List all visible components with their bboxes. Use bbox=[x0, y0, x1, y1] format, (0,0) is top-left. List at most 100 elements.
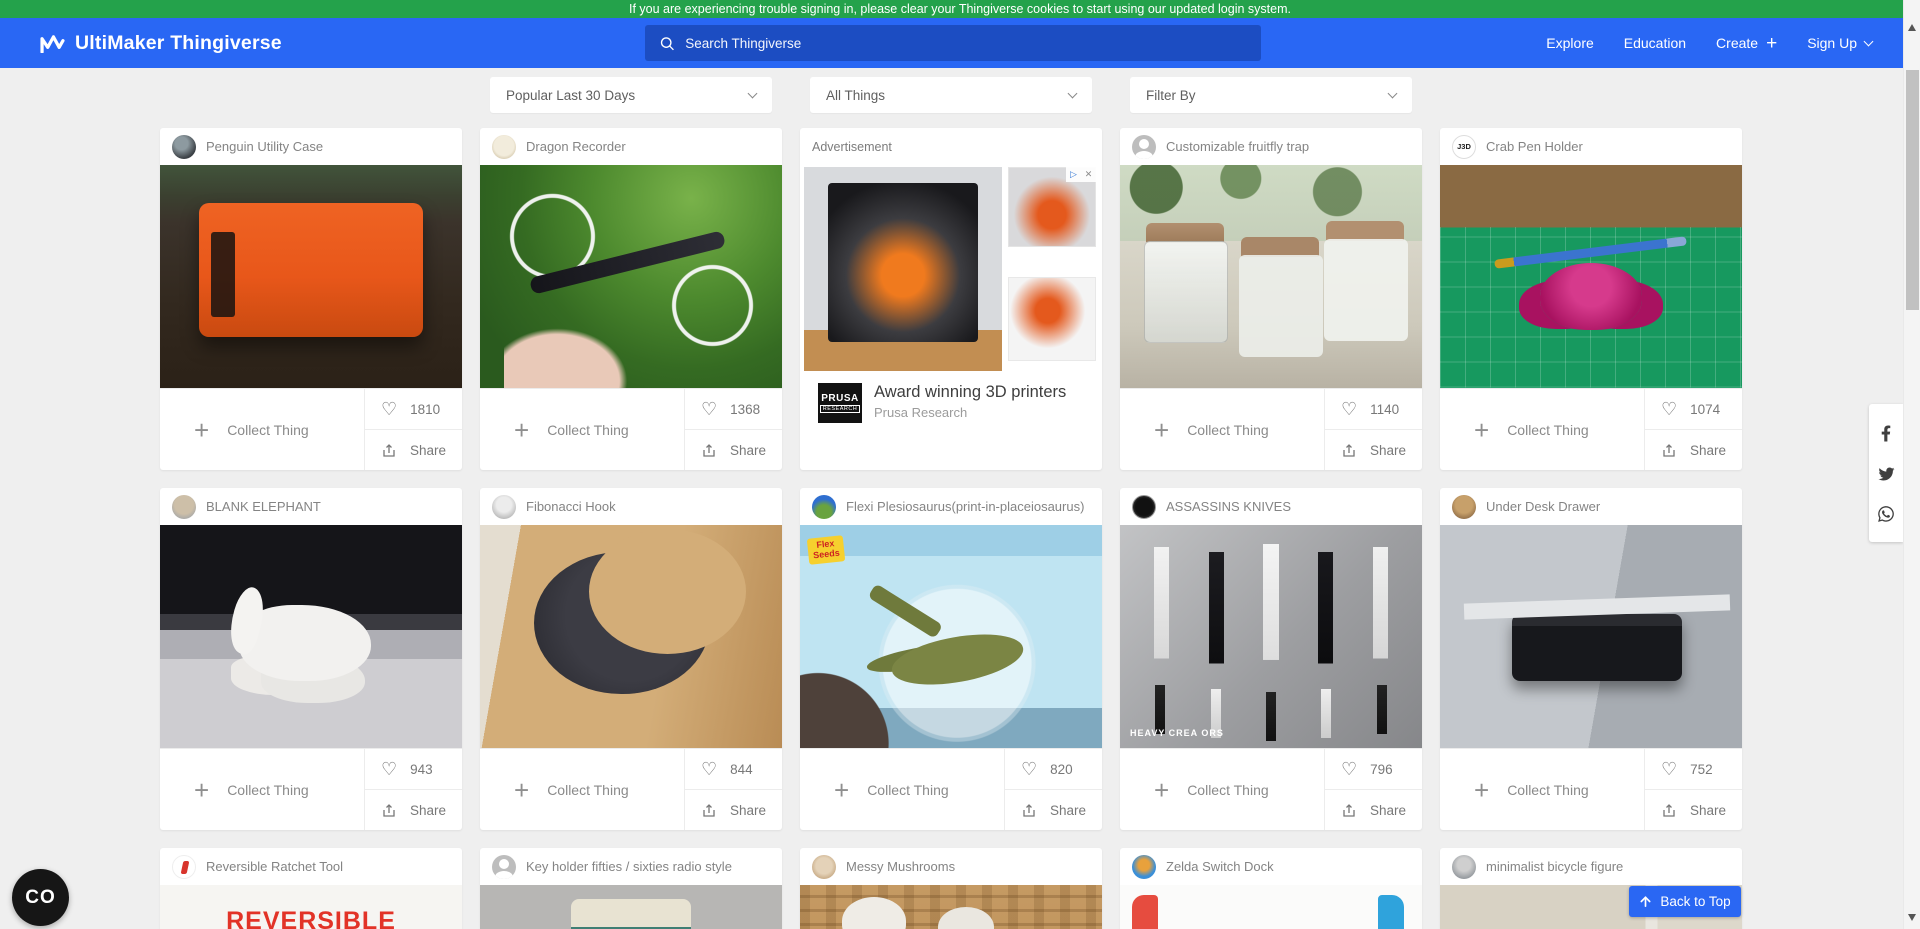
share-button[interactable]: Share bbox=[365, 790, 462, 830]
share-icon bbox=[701, 802, 717, 819]
ad-creative[interactable]: ▷ ✕ bbox=[804, 165, 1098, 373]
creator-avatar[interactable] bbox=[492, 855, 516, 879]
share-button[interactable]: Share bbox=[1325, 790, 1422, 830]
thing-title[interactable]: Under Desk Drawer bbox=[1486, 499, 1600, 514]
collect-thing-button[interactable]: +Collect Thing bbox=[1440, 389, 1644, 470]
creator-avatar[interactable] bbox=[1452, 855, 1476, 879]
thing-image[interactable] bbox=[1440, 525, 1742, 748]
nav-education[interactable]: Education bbox=[1624, 35, 1686, 51]
creator-avatar[interactable] bbox=[1132, 135, 1156, 159]
share-button[interactable]: Share bbox=[1325, 430, 1422, 470]
search-input[interactable] bbox=[685, 36, 1247, 51]
creator-avatar[interactable] bbox=[172, 495, 196, 519]
like-button[interactable]: ♡820 bbox=[1005, 749, 1102, 790]
twitter-icon[interactable] bbox=[1877, 466, 1896, 482]
collect-thing-button[interactable]: +Collect Thing bbox=[1440, 749, 1644, 830]
share-button[interactable]: Share bbox=[685, 790, 782, 830]
ad-headline[interactable]: Award winning 3D printers bbox=[874, 383, 1066, 402]
thing-title[interactable]: Customizable fruitfly trap bbox=[1166, 139, 1309, 154]
thing-title[interactable]: minimalist bicycle figure bbox=[1486, 859, 1623, 874]
whatsapp-icon[interactable] bbox=[1877, 505, 1895, 523]
creator-avatar[interactable] bbox=[812, 855, 836, 879]
nav-explore[interactable]: Explore bbox=[1546, 35, 1593, 51]
thing-image[interactable] bbox=[480, 525, 782, 748]
share-button[interactable]: Share bbox=[1005, 790, 1102, 830]
facebook-icon[interactable] bbox=[1881, 424, 1891, 443]
thing-image[interactable] bbox=[160, 165, 462, 388]
creator-avatar[interactable] bbox=[1132, 855, 1156, 879]
scrollbar-down-arrow-icon[interactable] bbox=[1908, 914, 1916, 921]
collect-thing-button[interactable]: +Collect Thing bbox=[160, 749, 364, 830]
thing-title[interactable]: Reversible Ratchet Tool bbox=[206, 859, 343, 874]
thing-image[interactable] bbox=[1120, 165, 1422, 388]
collect-thing-button[interactable]: +Collect Thing bbox=[1120, 389, 1324, 470]
search-bar[interactable] bbox=[645, 25, 1261, 61]
brand-title: UltiMaker Thingiverse bbox=[75, 32, 282, 55]
type-dropdown[interactable]: All Things bbox=[810, 77, 1092, 113]
thing-title[interactable]: ASSASSINS KNIVES bbox=[1166, 499, 1291, 514]
cookie-consent-widget[interactable]: CO bbox=[12, 869, 69, 926]
scrollbar-thumb[interactable] bbox=[1906, 70, 1919, 310]
thing-card: Reversible Ratchet Tool REVERSIBLE bbox=[160, 848, 462, 929]
share-button[interactable]: Share bbox=[1645, 430, 1742, 470]
thing-image[interactable] bbox=[480, 885, 782, 929]
like-button[interactable]: ♡1140 bbox=[1325, 389, 1422, 430]
creator-avatar[interactable] bbox=[172, 855, 196, 879]
thing-image[interactable] bbox=[1440, 165, 1742, 388]
like-button[interactable]: ♡1368 bbox=[685, 389, 782, 430]
thing-title[interactable]: Dragon Recorder bbox=[526, 139, 626, 154]
back-to-top-button[interactable]: Back to Top bbox=[1629, 886, 1741, 917]
filter-by-dropdown[interactable]: Filter By bbox=[1130, 77, 1412, 113]
thing-title[interactable]: Key holder fifties / sixties radio style bbox=[526, 859, 732, 874]
thing-image[interactable]: REVERSIBLE bbox=[160, 885, 462, 929]
thing-title[interactable]: Fibonacci Hook bbox=[526, 499, 616, 514]
sort-dropdown[interactable]: Popular Last 30 Days bbox=[490, 77, 772, 113]
share-icon bbox=[381, 802, 397, 819]
thing-image[interactable] bbox=[160, 525, 462, 748]
thing-title[interactable]: Crab Pen Holder bbox=[1486, 139, 1583, 154]
thing-title[interactable]: BLANK ELEPHANT bbox=[206, 499, 321, 514]
prusa-logo[interactable]: PRUSA RESEARCH bbox=[818, 383, 862, 423]
thing-card: Dragon Recorder +Collect Thing ♡1368 Sha… bbox=[480, 128, 782, 470]
thing-image[interactable] bbox=[1120, 885, 1422, 929]
like-count: 1368 bbox=[730, 402, 760, 417]
brand-home-link[interactable]: UltiMaker Thingiverse bbox=[40, 18, 282, 68]
ad-close-icon[interactable]: ✕ bbox=[1081, 167, 1096, 182]
creator-avatar[interactable] bbox=[492, 495, 516, 519]
like-button[interactable]: ♡752 bbox=[1645, 749, 1742, 790]
share-button[interactable]: Share bbox=[685, 430, 782, 470]
thing-image[interactable] bbox=[480, 165, 782, 388]
share-button[interactable]: Share bbox=[365, 430, 462, 470]
collect-thing-button[interactable]: +Collect Thing bbox=[800, 749, 1004, 830]
page-scrollbar[interactable] bbox=[1903, 0, 1920, 929]
thing-title[interactable]: Zelda Switch Dock bbox=[1166, 859, 1274, 874]
collect-thing-button[interactable]: +Collect Thing bbox=[160, 389, 364, 470]
share-button[interactable]: Share bbox=[1645, 790, 1742, 830]
nav-signup[interactable]: Sign Up bbox=[1807, 35, 1872, 51]
creator-avatar[interactable]: J3D bbox=[1452, 135, 1476, 159]
thing-image[interactable] bbox=[800, 885, 1102, 929]
thing-image[interactable]: Flex Seeds bbox=[800, 525, 1102, 748]
thing-image[interactable]: HEAVY CREA ORS bbox=[1120, 525, 1422, 748]
thing-card: Key holder fifties / sixties radio style bbox=[480, 848, 782, 929]
creator-avatar[interactable] bbox=[172, 135, 196, 159]
thing-title[interactable]: Flexi Plesiosaurus(print-in-placeiosauru… bbox=[846, 499, 1084, 514]
thing-title[interactable]: Messy Mushrooms bbox=[846, 859, 955, 874]
thing-title[interactable]: Penguin Utility Case bbox=[206, 139, 323, 154]
scrollbar-up-arrow-icon[interactable] bbox=[1908, 24, 1916, 31]
heart-icon: ♡ bbox=[381, 760, 397, 778]
like-button[interactable]: ♡1810 bbox=[365, 389, 462, 430]
adchoices-icon[interactable]: ▷ bbox=[1066, 167, 1081, 182]
creator-avatar[interactable] bbox=[1132, 495, 1156, 519]
like-button[interactable]: ♡796 bbox=[1325, 749, 1422, 790]
collect-thing-button[interactable]: +Collect Thing bbox=[480, 389, 684, 470]
creator-avatar[interactable] bbox=[492, 135, 516, 159]
like-button[interactable]: ♡844 bbox=[685, 749, 782, 790]
like-button[interactable]: ♡1074 bbox=[1645, 389, 1742, 430]
nav-create[interactable]: Create+ bbox=[1716, 34, 1777, 53]
collect-thing-button[interactable]: +Collect Thing bbox=[1120, 749, 1324, 830]
like-button[interactable]: ♡943 bbox=[365, 749, 462, 790]
creator-avatar[interactable] bbox=[1452, 495, 1476, 519]
creator-avatar[interactable] bbox=[812, 495, 836, 519]
collect-thing-button[interactable]: +Collect Thing bbox=[480, 749, 684, 830]
